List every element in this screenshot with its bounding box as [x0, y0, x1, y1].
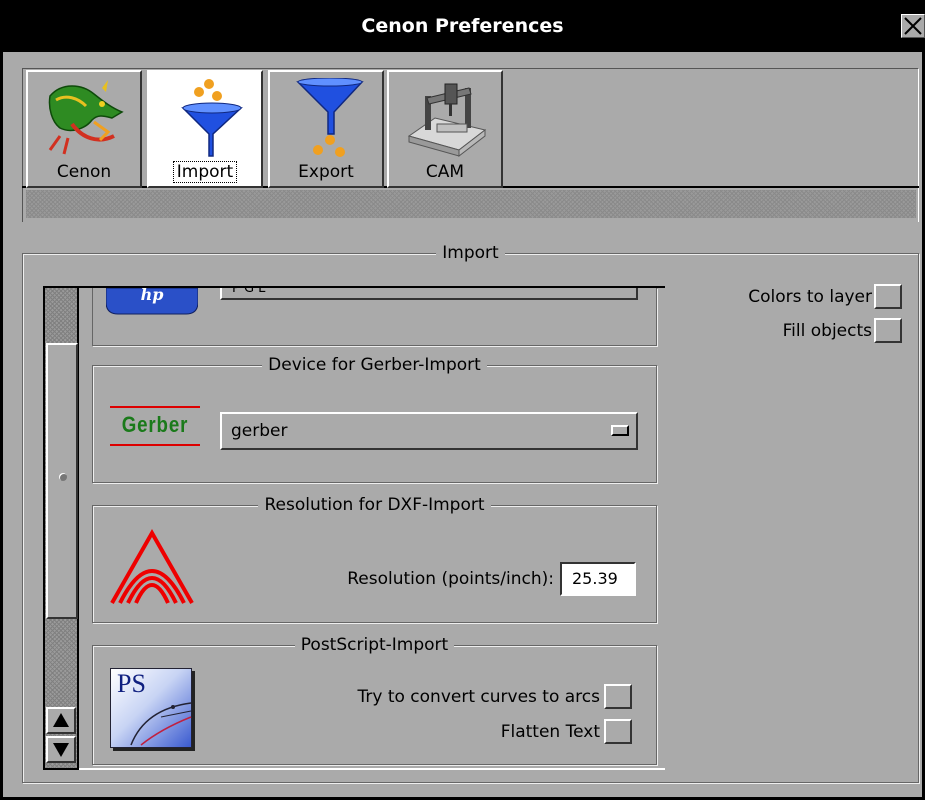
tab-export[interactable]: Export: [268, 70, 384, 188]
gerber-group-title: Device for Gerber-Import: [262, 355, 487, 375]
resolution-input[interactable]: 25.39: [560, 562, 636, 596]
dragon-icon: [48, 80, 124, 155]
scrollbar-knob[interactable]: [46, 343, 78, 619]
popup-indicator-icon: [611, 425, 629, 436]
colors-to-layer-checkbox[interactable]: [874, 284, 902, 309]
window-title: Cenon Preferences: [361, 15, 564, 37]
convert-arcs-label: Try to convert curves to arcs: [357, 687, 600, 707]
scrollview-bottom-edge: [43, 768, 665, 770]
close-icon: [904, 17, 922, 35]
tab-label: Cenon: [56, 162, 112, 182]
colors-to-layer-label: Colors to layer: [748, 287, 872, 307]
arrow-down-icon: [53, 743, 69, 757]
knob-grip: [59, 473, 67, 481]
postscript-group-title: PostScript-Import: [294, 635, 455, 655]
close-button[interactable]: [901, 14, 925, 38]
convert-arcs-checkbox[interactable]: [604, 684, 632, 709]
tab-import[interactable]: Import: [147, 70, 263, 188]
toolbar-shelf: [26, 190, 916, 218]
hpgl-device-value: P G L: [232, 288, 266, 296]
svg-text:hp: hp: [141, 288, 164, 304]
scroll-down-button[interactable]: [46, 736, 76, 763]
resolution-label: Resolution (points/inch):: [347, 569, 554, 589]
flatten-text-checkbox[interactable]: [604, 719, 632, 744]
import-group-title: Import: [436, 243, 505, 263]
funnel-out-icon: [296, 78, 364, 157]
gerber-logo-line-bottom: [110, 444, 200, 446]
postscript-logo: PS: [110, 668, 192, 748]
dxf-logo-icon: [110, 528, 194, 604]
funnel-in-icon: [181, 79, 243, 157]
tab-label: Export: [298, 162, 354, 182]
gerber-device-value: gerber: [231, 421, 288, 441]
curve-icon: [130, 702, 192, 746]
fill-objects-checkbox[interactable]: [874, 318, 902, 343]
hp-logo-icon: hp: [106, 288, 198, 315]
fill-objects-label: Fill objects: [782, 321, 872, 341]
tab-label: CAM: [425, 162, 465, 182]
gerber-logo-line-top: [110, 406, 200, 408]
gerber-logo: Gerber: [121, 412, 189, 437]
scroll-up-button[interactable]: [46, 707, 76, 734]
hpgl-device-popup[interactable]: P G L: [220, 288, 638, 300]
tab-cenon[interactable]: Cenon: [26, 70, 142, 188]
milling-machine-icon: [407, 83, 487, 158]
tab-cam[interactable]: CAM: [387, 70, 503, 188]
dxf-group-title: Resolution for DXF-Import: [258, 495, 491, 515]
arrow-up-icon: [53, 713, 69, 727]
flatten-text-label: Flatten Text: [500, 722, 600, 742]
tab-label: Import: [172, 161, 238, 183]
